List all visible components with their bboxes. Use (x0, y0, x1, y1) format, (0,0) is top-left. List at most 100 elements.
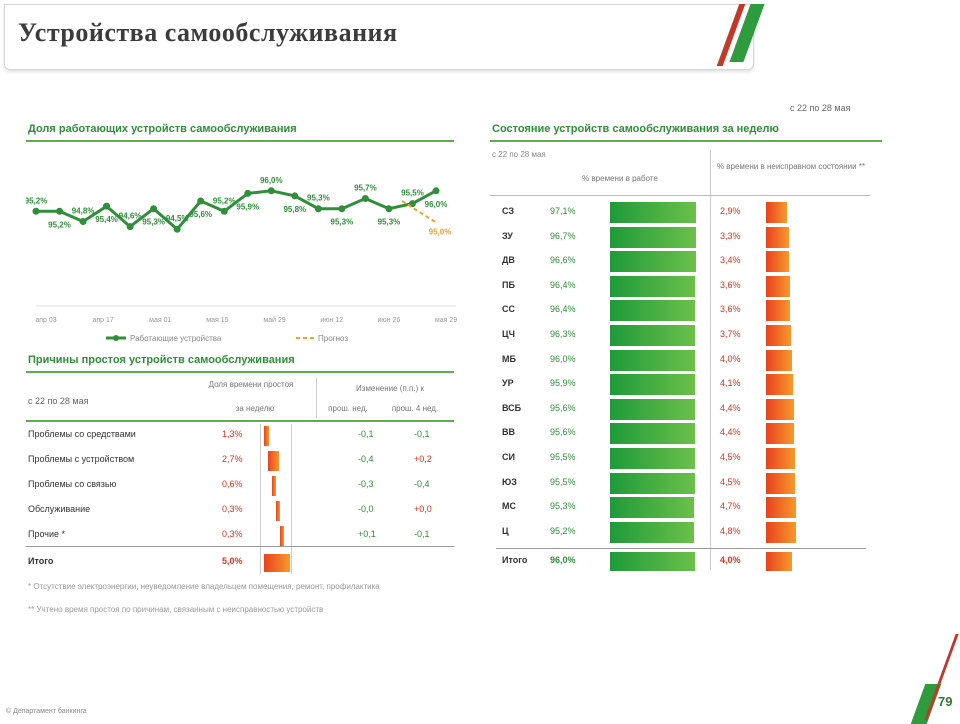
status-row-fail: 4,5% (720, 452, 741, 462)
reasons-row: Проблемы со связью 0,6% -0,3 -0,4 (28, 476, 458, 496)
status-row-code: СЗ (502, 206, 515, 216)
data-label: 95,5% (401, 189, 424, 198)
status-row: ЮЗ 95,5% 4,5% (496, 472, 866, 494)
status-row: СС 96,4% 3,6% (496, 300, 866, 322)
status-row-fail-bar (766, 423, 794, 445)
data-point (291, 192, 299, 200)
status-row-fail: 3,4% (720, 255, 741, 266)
status-row-work-bar (610, 325, 696, 346)
status-row: МС 95,3% 4,7% (496, 497, 866, 519)
data-point (56, 207, 64, 215)
copyright: © Департамент банкинга (6, 708, 87, 715)
x-tick-label: апр 03 (35, 317, 56, 324)
line-chart-title: Доля работающих устройств самообслуживан… (28, 123, 297, 135)
line-chart-title-rule (26, 140, 454, 142)
data-label: 95,4% (95, 215, 118, 224)
data-label: 95,9% (236, 202, 259, 211)
status-row-code: Ц (502, 525, 509, 536)
status-row-fail-bar (766, 472, 795, 494)
reasons-row-change-week: -0,0 (358, 504, 374, 514)
reasons-row-change-week: -0,3 (358, 479, 374, 489)
status-row-work: 96,0% (550, 353, 576, 364)
data-point (150, 205, 158, 213)
reasons-row-bar (264, 426, 270, 446)
reasons-period: с 22 по 28 мая (28, 396, 89, 406)
status-row-code: МБ (502, 353, 516, 364)
legend-marker-working (113, 335, 119, 341)
status-row-work-bar (610, 251, 696, 273)
reasons-row-bar (280, 526, 284, 546)
reasons-row-change-week: -0,1 (358, 429, 374, 439)
reasons-row-share: 0,3% (222, 504, 243, 514)
reasons-total-row: Итого 5,0% (28, 554, 458, 572)
reasons-row: Проблемы со средствами 1,3% -0,1 -0,1 (28, 426, 458, 446)
status-row-fail-bar (766, 202, 787, 223)
page-number: 79 (938, 694, 953, 709)
data-label: 95,6% (189, 210, 212, 219)
reasons-row-label: Проблемы с устройством (28, 454, 135, 464)
reasons-row: Прочие * 0,3% +0,1 -0,1 (28, 526, 458, 546)
status-period: с 22 по 28 мая (492, 150, 546, 159)
status-row-code: ВВ (502, 427, 515, 438)
status-row-code: ЮЗ (502, 476, 517, 487)
reasons-row-share: 1,3% (222, 429, 243, 439)
data-label: 94,8% (72, 207, 95, 216)
status-row-code: ЗУ (502, 230, 513, 241)
x-tick-label: май 29 (263, 316, 285, 324)
status-row-fail: 3,6% (720, 304, 741, 315)
status-row-work-bar (610, 472, 695, 494)
status-row-work: 95,6% (550, 427, 576, 438)
status-row: ВСБ 95,6% 4,4% (496, 398, 866, 420)
data-label: 95,2% (26, 196, 47, 205)
reasons-total-bar (264, 554, 290, 572)
data-point (103, 202, 111, 210)
status-row-work-bar (610, 374, 695, 396)
data-point (314, 205, 322, 213)
reasons-group2-sub1: прош. нед. (328, 404, 368, 413)
reasons-row-bar (276, 501, 280, 521)
status-row-work: 96,4% (550, 304, 576, 315)
status-row-fail: 4,5% (720, 476, 741, 487)
reasons-row-change-4weeks: +0,0 (414, 504, 432, 514)
reasons-title: Причины простоя устройств самообслуживан… (28, 354, 295, 366)
data-point (79, 218, 87, 226)
status-row-fail-bar (766, 275, 790, 297)
status-row-fail: 4,1% (720, 378, 741, 389)
x-tick-label: мая 29 (435, 317, 457, 324)
status-row-work: 96,4% (550, 279, 576, 290)
status-row-code: ДВ (502, 255, 515, 266)
status-row-work: 95,5% (550, 452, 576, 462)
status-row-code: МС (502, 501, 516, 512)
status-row-work-bar (610, 497, 695, 519)
data-point (244, 189, 252, 197)
footnote-2: ** Учтено время простоя по причинам, свя… (28, 605, 324, 614)
data-label: 95,2% (48, 220, 71, 229)
status-row: ЗУ 96,7% 3,3% (496, 226, 866, 248)
data-point (361, 194, 369, 202)
status-row-fail-bar (766, 448, 795, 469)
status-row-code: УР (502, 378, 514, 389)
status-row-fail: 4,4% (720, 427, 741, 438)
status-row: ДВ 96,6% 3,4% (496, 251, 866, 273)
reasons-row-label: Прочие * (28, 529, 66, 539)
status-row-work-bar (610, 202, 696, 223)
status-row-work: 96,3% (550, 329, 576, 339)
status-row-work-bar (610, 423, 695, 445)
reasons-row: Проблемы с устройством 2,7% -0,4 +0,2 (28, 451, 458, 471)
status-row-code: ПБ (502, 279, 515, 290)
status-row-fail: 2,9% (720, 206, 741, 216)
status-row-work: 95,5% (550, 476, 576, 487)
status-header-rule (490, 195, 870, 196)
status-row-work-bar (610, 349, 696, 371)
data-point (338, 205, 346, 213)
status-row-work: 95,3% (550, 501, 576, 512)
status-row-fail-bar (766, 226, 789, 248)
reasons-row-change-week: -0,4 (358, 454, 374, 464)
status-row: ВВ 95,6% 4,4% (496, 423, 866, 445)
status-row-work: 95,9% (550, 378, 576, 389)
reasons-group2-sub2: прош. 4 нед. (391, 404, 439, 413)
reasons-row-label: Проблемы со связью (28, 479, 117, 489)
status-total-fail: 4,0% (720, 555, 741, 565)
status-row-code: ВСБ (502, 402, 522, 413)
status-total-rule (496, 548, 866, 549)
